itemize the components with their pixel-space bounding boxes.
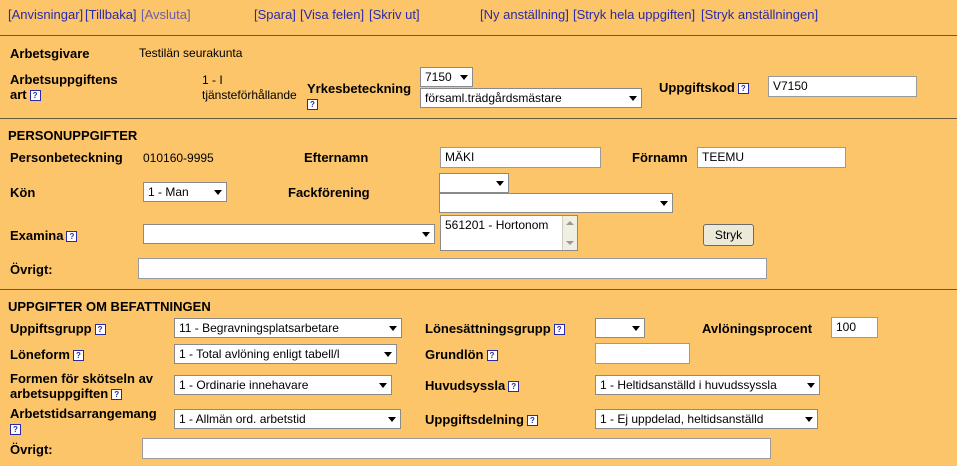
uppgiftsdelning-select[interactable]: 1 - Ej uppdelad, heltidsanställd [595,409,818,429]
personbeteckning-value: 010160-9995 [143,151,214,165]
arbetstidsarrangemang-select[interactable]: 1 - Allmän ord. arbetstid [174,409,401,429]
personbeteckning-label: Personbeteckning [10,150,123,165]
scroll-up-icon[interactable] [566,221,574,225]
spara-link[interactable]: [Spara] [254,7,296,22]
yrkes-code-select[interactable]: 7150 [420,67,473,87]
help-icon[interactable]: ? [553,324,565,336]
ny-anstallning-link[interactable]: [Ny anställning] [480,7,569,22]
grundlon-input[interactable] [595,343,690,364]
lonesattningsgrupp-label: Lönesättningsgrupp? [425,321,565,336]
examina-select[interactable] [143,224,435,244]
help-icon[interactable]: ? [508,381,520,393]
chevron-down-icon [384,352,392,357]
yrkesbeteckning-label: Yrkesbeteckning ? [307,81,412,111]
chevron-down-icon [422,232,430,237]
chevron-down-icon [660,201,668,206]
efternamn-input[interactable]: MÄKI [440,147,601,168]
uppgiftsdelning-label: Uppgiftsdelning? [425,412,538,427]
uppgiftsgrupp-select[interactable]: 11 - Begravningsplatsarbetare [174,318,402,338]
ovrigt-label-befattning: Övrigt: [10,442,53,457]
ovrigt-label: Övrigt: [10,262,53,277]
arbetsgivare-label: Arbetsgivare [10,46,90,61]
uppgiftsgrupp-label: Uppiftsgrupp? [10,321,106,336]
scroll-down-icon[interactable] [566,241,574,245]
fackforening-label: Fackförening [288,185,370,200]
chevron-down-icon [807,383,815,388]
examina-label: Examina? [10,228,78,243]
help-icon[interactable]: ? [111,389,123,401]
examina-listbox[interactable]: 561201 - Hortonom [440,215,578,251]
tillbaka-link[interactable]: [Tillbaka] [85,7,137,22]
visa-felen-link[interactable]: [Visa felen] [300,7,364,22]
formen-label: Formen för skötseln av arbetsuppgiften? [10,371,154,401]
chevron-down-icon [805,417,813,422]
efternamn-label: Efternamn [304,150,369,165]
help-icon[interactable]: ? [66,231,78,243]
loneform-label: Löneform? [10,347,84,362]
chevron-down-icon [379,383,387,388]
avloningsprocent-label: Avlöningsprocent [702,321,813,336]
scrollbar[interactable] [562,216,577,250]
arbetsuppgiftens-art-value: 1 - I tjänsteförhållande [202,73,297,102]
help-icon[interactable]: ? [307,99,318,111]
huvudsyssla-label: Huvudsyssla? [425,378,520,393]
uppgiftskod-label: Uppgiftskod? [659,80,749,95]
arbetsgivare-value: Testilän seurakunta [139,46,243,60]
kon-label: Kön [10,185,36,200]
help-icon[interactable]: ? [29,90,41,102]
lonesattningsgrupp-select[interactable] [595,318,645,338]
list-item[interactable]: 561201 - Hortonom [445,218,573,232]
divider [0,289,957,290]
huvudsyssla-select[interactable]: 1 - Heltidsanställd i huvudssyssla [595,375,820,395]
section-title-befattningen: UPPGIFTER OM BEFATTNINGEN [8,299,211,314]
help-icon[interactable]: ? [72,350,84,362]
ovrigt-input[interactable] [138,258,767,279]
fornamn-label: Förnamn [632,150,688,165]
stryk-button[interactable]: Stryk [703,224,754,246]
chevron-down-icon [496,181,504,186]
grundlon-label: Grundlön? [425,347,498,362]
arbetsuppgiftens-art-label: Arbetsuppgiftens art? [10,72,118,102]
chevron-down-icon [389,326,397,331]
chevron-down-icon [629,96,637,101]
yrkes-name-select[interactable]: församl.trädgårdsmästare [420,88,642,108]
chevron-down-icon [214,190,222,195]
avloningsprocent-input[interactable]: 100 [831,317,878,338]
divider [0,118,957,119]
anvisningar-link[interactable]: [Anvisningar] [8,7,83,22]
fornamn-input[interactable]: TEEMU [697,147,846,168]
help-icon[interactable]: ? [486,350,498,362]
skriv-ut-link[interactable]: [Skriv ut] [369,7,420,22]
help-icon[interactable]: ? [10,424,21,436]
arbetstidsarrangemang-label: Arbetstidsarrangemang ? [10,406,157,436]
help-icon[interactable]: ? [737,83,749,95]
ovrigt-befattning-input[interactable] [142,438,771,459]
loneform-select[interactable]: 1 - Total avlöning enligt tabell/l [174,344,397,364]
chevron-down-icon [388,417,396,422]
kon-select[interactable]: 1 - Man [143,182,227,202]
fackforening-code-select[interactable] [439,173,509,193]
formen-select[interactable]: 1 - Ordinarie innehavare [174,375,392,395]
chevron-down-icon [460,75,468,80]
divider [0,35,957,36]
section-title-personuppgifter: PERSONUPPGIFTER [8,128,138,143]
chevron-down-icon [632,326,640,331]
stryk-uppgiften-link[interactable]: [Stryk hela uppgiften] [573,7,695,22]
help-icon[interactable]: ? [526,415,538,427]
avsluta-link[interactable]: [Avsluta] [141,7,191,22]
fackforening-name-select[interactable] [439,193,673,213]
uppgiftskod-input[interactable]: V7150 [768,76,917,97]
stryk-anstallningen-link[interactable]: [Stryk anställningen] [701,7,818,22]
help-icon[interactable]: ? [94,324,106,336]
